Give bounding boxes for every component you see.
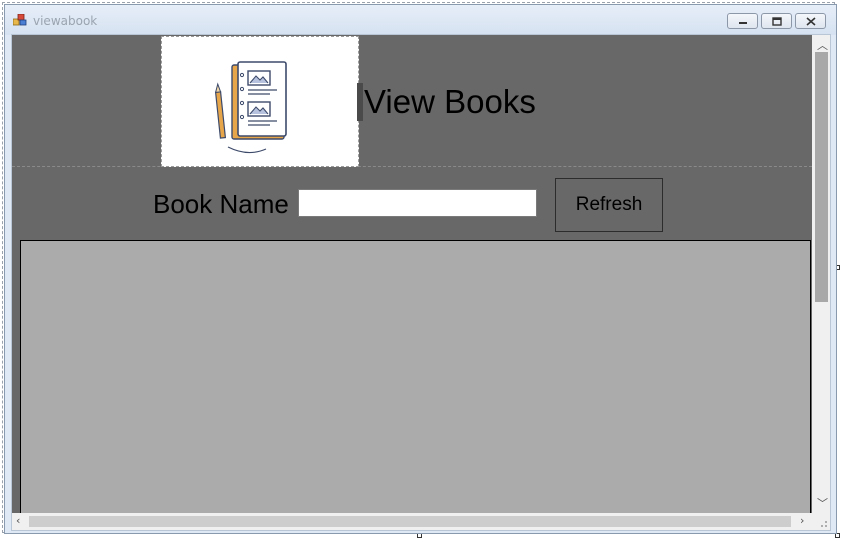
scroll-left-icon[interactable]: ‹ <box>16 514 20 527</box>
book-name-label: Book Name <box>153 189 289 219</box>
form-content: View Books Book Name Refresh <box>12 35 812 530</box>
window-title: viewabook <box>33 14 98 28</box>
book-with-pencil-icon <box>214 61 287 154</box>
book-name-input[interactable] <box>298 189 537 217</box>
minimize-icon <box>739 22 747 24</box>
close-icon <box>806 17 816 26</box>
refresh-button[interactable]: Refresh <box>555 178 663 232</box>
size-grip-icon[interactable] <box>813 513 830 530</box>
logo-picturebox <box>161 36 359 167</box>
header-panel: View Books <box>12 35 812 167</box>
title-marker <box>357 83 363 121</box>
app-icon <box>13 14 27 26</box>
books-data-grid[interactable] <box>20 240 811 530</box>
close-button[interactable] <box>795 13 826 29</box>
scroll-down-icon[interactable]: ﹀ <box>817 495 828 511</box>
form-window: viewabook View Books Book Name Refresh ︿… <box>4 4 837 534</box>
horizontal-scrollbar[interactable]: ‹ › <box>12 513 813 530</box>
page-title: View Books <box>364 83 536 120</box>
scroll-right-icon[interactable]: › <box>800 514 804 527</box>
horizontal-scroll-thumb[interactable] <box>29 516 791 527</box>
title-bar: viewabook <box>5 5 836 35</box>
scroll-up-icon[interactable]: ︿ <box>817 37 828 53</box>
restore-icon <box>772 17 782 26</box>
grip-dots-icon <box>821 521 827 527</box>
minimize-button[interactable] <box>727 13 758 29</box>
vertical-scrollbar[interactable]: ︿ ﹀ <box>813 35 830 513</box>
vertical-scroll-thumb[interactable] <box>815 52 828 302</box>
restore-button[interactable] <box>761 13 792 29</box>
client-area: View Books Book Name Refresh ︿ ﹀ ‹ › <box>11 34 831 531</box>
